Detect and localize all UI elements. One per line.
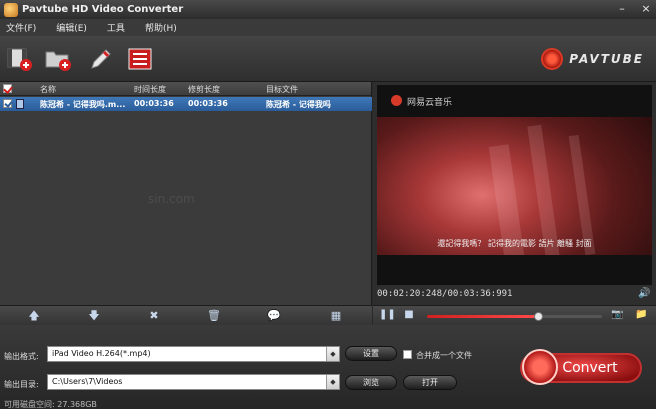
browse-button[interactable]: 浏览 [345, 375, 397, 390]
file-list: 名称 时间长度 修剪长度 目标文件 陈冠希 - 记得我吗.m... 00:03:… [0, 82, 372, 305]
convert-icon [522, 349, 558, 385]
timecode: 00:02:20:248/00:03:36:991 [377, 289, 513, 299]
stop-icon[interactable]: ■ [403, 309, 415, 321]
snapshot-icon[interactable]: 📷 [611, 309, 623, 321]
format-value: iPad Video H.264(*.mp4) [52, 349, 151, 358]
column-duration[interactable]: 时间长度 [134, 84, 166, 95]
column-target[interactable]: 目标文件 [266, 84, 298, 95]
column-name[interactable]: 名称 [40, 84, 56, 95]
open-button[interactable]: 打开 [403, 375, 457, 390]
music-app-label: 网易云音乐 [407, 98, 453, 108]
menu-file[interactable]: 文件(F) [6, 21, 36, 34]
watermark-text: sin.com [148, 192, 195, 206]
volume-icon[interactable]: 🔊 [638, 288, 650, 299]
video-preview[interactable]: 网易云音乐 還記得我嗎？ 記得我的電影 語片 離騷 封面 [377, 85, 652, 285]
letterbox-bottom [377, 255, 652, 285]
format-select[interactable]: iPad Video H.264(*.mp4) ◆ [47, 346, 340, 362]
add-folder-icon [45, 51, 71, 71]
pause-icon[interactable]: ❚❚ [379, 309, 396, 321]
directory-value: C:\Users\7\Videos [52, 377, 123, 386]
add-video-icon [7, 48, 32, 71]
seek-bar[interactable] [427, 315, 602, 318]
trash-icon[interactable]: 🗑 [206, 309, 222, 323]
seek-handle[interactable] [534, 312, 543, 321]
brand-logo-text: PAVTUBE [569, 52, 644, 66]
menu-tools[interactable]: 工具 [107, 21, 125, 34]
chevron-down-icon[interactable]: ◆ [326, 375, 339, 389]
directory-label: 输出目录: [4, 380, 39, 389]
list-icon [128, 48, 152, 70]
remove-icon[interactable]: ✖ [146, 309, 162, 323]
chevron-down-icon[interactable]: ◆ [326, 347, 339, 361]
format-label: 输出格式: [4, 352, 39, 361]
select-all-checkbox[interactable] [3, 84, 12, 93]
grid-view-icon[interactable]: ▦ [326, 309, 346, 323]
brand-logo: PAVTUBE [541, 48, 644, 70]
menu-edit[interactable]: 编辑(E) [56, 21, 87, 34]
file-list-header: 名称 时间长度 修剪长度 目标文件 [0, 82, 371, 96]
row-target: 陈冠希 - 记得我吗 [266, 100, 331, 109]
video-subtitle: 還記得我嗎？ 記得我的電影 語片 離騷 封面 [437, 239, 592, 248]
pencil-icon [91, 49, 111, 69]
minimize-button[interactable]: – [616, 2, 628, 15]
open-folder-icon[interactable]: 📁 [635, 309, 647, 321]
row-duration: 00:03:36 [134, 99, 174, 108]
disk-space: 可用磁盘空间: 27.368GB [4, 400, 97, 409]
window-title: Pavtube HD Video Converter [22, 4, 184, 15]
merge-checkbox[interactable] [403, 350, 412, 359]
row-checkbox[interactable] [3, 99, 12, 108]
add-video-button[interactable] [6, 46, 34, 72]
edit-button[interactable] [86, 46, 114, 72]
directory-input[interactable]: C:\Users\7\Videos ◆ [47, 374, 340, 390]
column-trim[interactable]: 修剪长度 [188, 84, 220, 95]
table-row[interactable]: 陈冠希 - 记得我吗.m... 00:03:36 00:03:36 陈冠希 - … [0, 97, 372, 111]
playback-controls: ❚❚ ■ 📷 📁 [373, 305, 656, 325]
close-button[interactable]: × [640, 2, 652, 15]
video-file-icon [16, 99, 24, 109]
brand-logo-icon [541, 48, 564, 70]
move-down-icon[interactable]: 🡇 [86, 309, 102, 323]
row-name: 陈冠希 - 记得我吗.m... [40, 100, 126, 109]
app-icon [4, 2, 18, 17]
move-up-icon[interactable]: 🡅 [26, 309, 42, 323]
menu-bar: 文件(F) 编辑(E) 工具 帮助(H) [0, 19, 656, 36]
task-list-button[interactable] [126, 46, 154, 72]
comment-icon[interactable]: 💬 [266, 309, 282, 323]
menu-help[interactable]: 帮助(H) [145, 21, 177, 34]
add-folder-button[interactable] [44, 46, 72, 72]
title-bar: Pavtube HD Video Converter – × [0, 0, 656, 19]
music-app-icon [391, 95, 402, 106]
list-action-bar: 🡅 🡇 ✖ 🗑 💬 ▦ [0, 305, 372, 325]
merge-label: 合并成一个文件 [416, 351, 472, 360]
toolbar: PAVTUBE [0, 36, 656, 82]
settings-button[interactable]: 设置 [345, 346, 397, 361]
row-trim: 00:03:36 [188, 99, 228, 108]
